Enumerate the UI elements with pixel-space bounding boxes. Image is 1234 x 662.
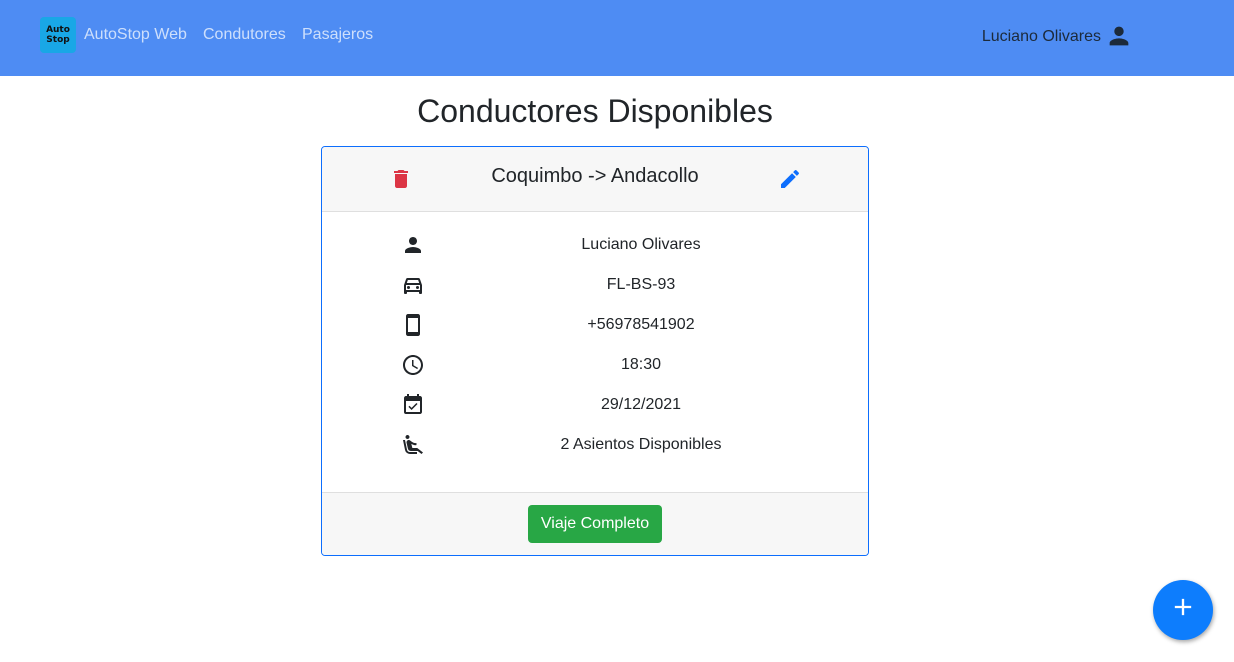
autostop-logo[interactable]: Auto Stop xyxy=(40,17,76,53)
date-row: 29/12/2021 xyxy=(322,393,868,417)
person-icon[interactable] xyxy=(1105,22,1133,50)
plate-row: FL-BS-93 xyxy=(322,273,868,297)
page-title: Conductores Disponibles xyxy=(417,93,773,129)
logo-text-top: Auto xyxy=(46,25,70,35)
departure-date: 29/12/2021 xyxy=(600,396,682,413)
license-plate: FL-BS-93 xyxy=(606,276,676,293)
pencil-icon[interactable] xyxy=(778,167,802,191)
driver-card: Coquimbo -> Andacollo Luciano Olivares F… xyxy=(321,146,869,556)
brand-link[interactable]: AutoStop Web xyxy=(84,26,187,44)
nav-link-condutores[interactable]: Condutores xyxy=(203,26,286,44)
add-trip-button[interactable] xyxy=(1153,580,1213,640)
navbar: Auto Stop AutoStop Web Condutores Pasaje… xyxy=(0,0,1234,76)
card-header: Coquimbo -> Andacollo xyxy=(322,147,868,212)
driver-row: Luciano Olivares xyxy=(322,233,868,257)
driver-name: Luciano Olivares xyxy=(581,236,701,253)
card-footer: Viaje Completo xyxy=(322,492,868,555)
phone-row: +56978541902 xyxy=(322,313,868,337)
available-seats: 2 Asientos Disponibles xyxy=(560,436,722,453)
trip-complete-button[interactable]: Viaje Completo xyxy=(528,505,662,543)
phone-number: +56978541902 xyxy=(587,316,695,333)
plus-icon xyxy=(1174,598,1192,616)
time-row: 18:30 xyxy=(322,353,868,377)
seats-row: 2 Asientos Disponibles xyxy=(322,433,868,457)
departure-time: 18:30 xyxy=(620,356,662,373)
logo-text-bottom: Stop xyxy=(46,35,70,45)
nav-link-pasajeros[interactable]: Pasajeros xyxy=(302,26,373,44)
user-name[interactable]: Luciano Olivares xyxy=(982,28,1101,46)
